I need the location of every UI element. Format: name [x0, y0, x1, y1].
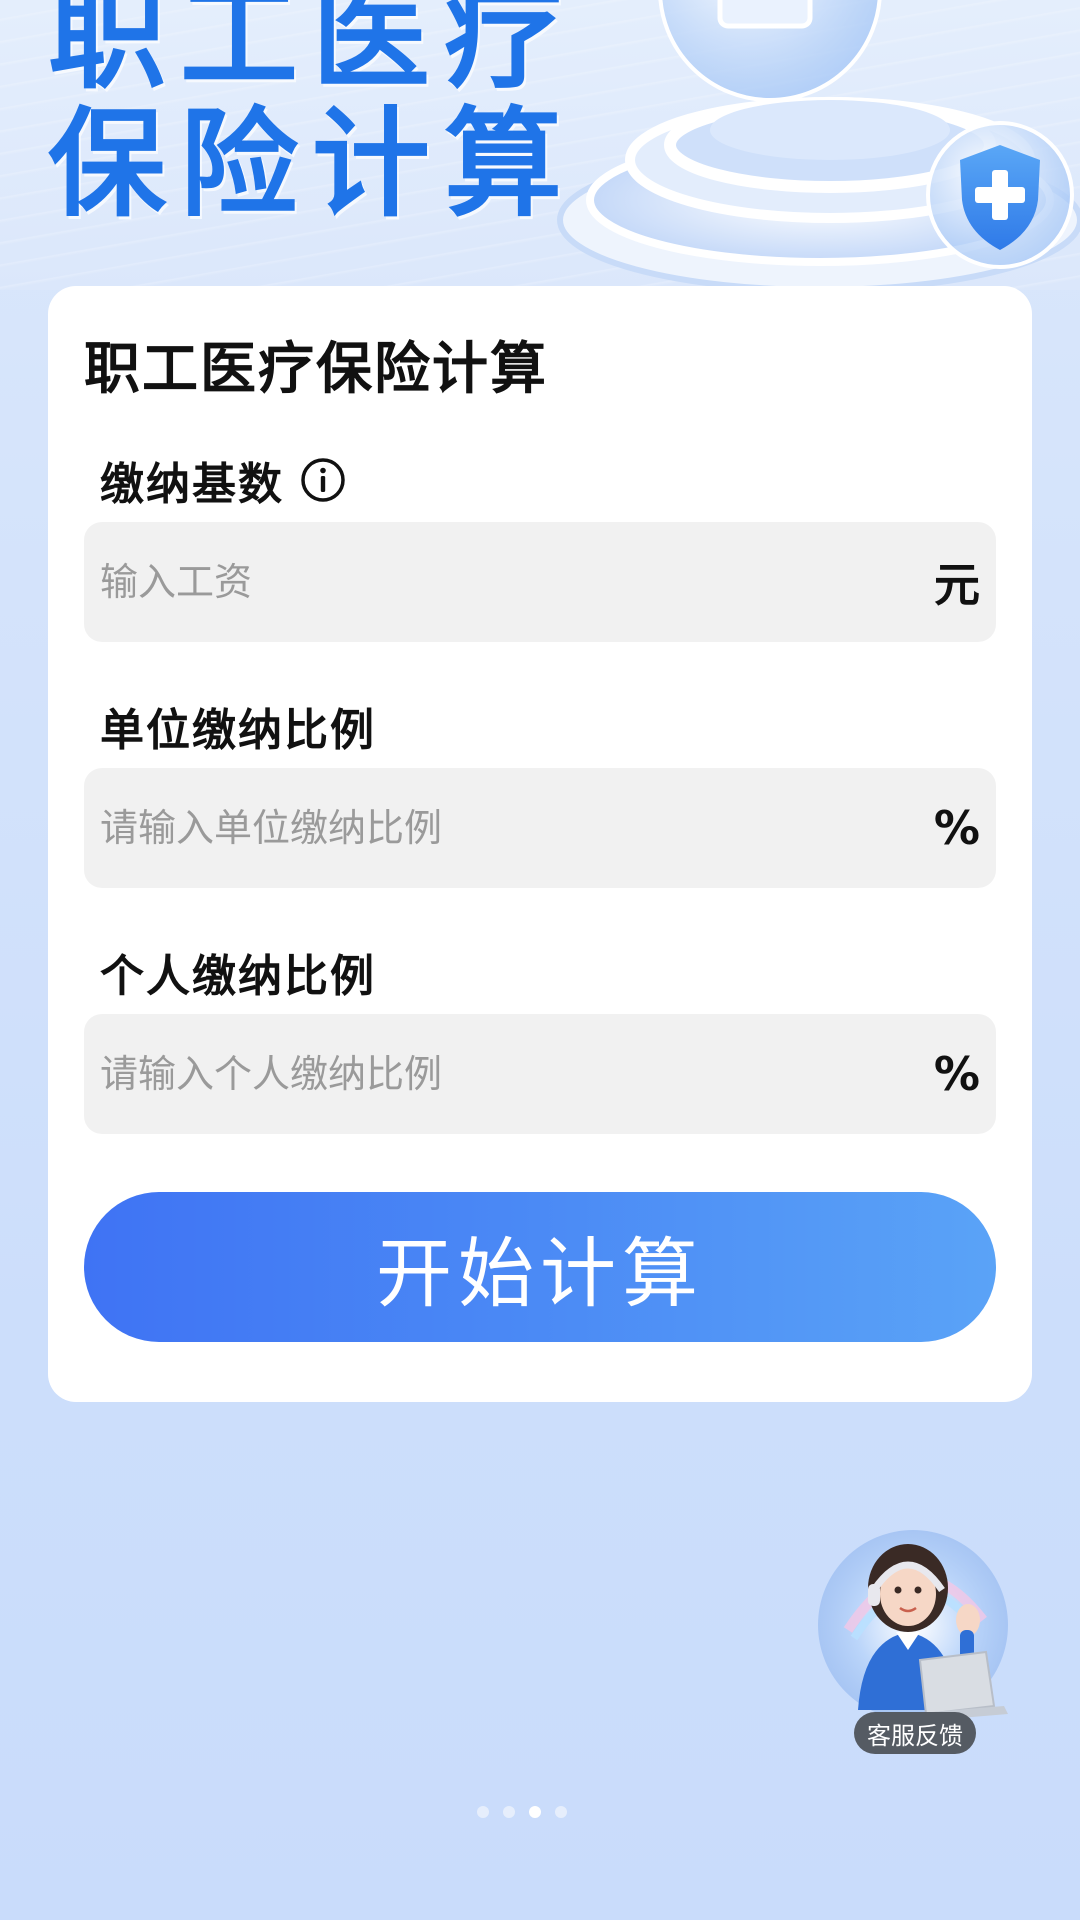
calculator-card: 职工医疗保险计算 缴纳基数 元 单位缴纳比例 % 个人缴纳比例 % 开始计算	[48, 286, 1032, 1402]
page-dot[interactable]	[555, 1806, 567, 1818]
banner-title-line-2: 保险计算	[48, 95, 577, 233]
employer-ratio-label: 单位缴纳比例	[100, 694, 376, 758]
customer-feedback-label[interactable]: 客服反馈	[854, 1712, 976, 1754]
banner-title: 职工医疗 保险计算	[48, 0, 576, 228]
salary-field[interactable]: 元	[84, 522, 996, 642]
page-dot[interactable]	[503, 1806, 515, 1818]
personal-ratio-label-text: 个人缴纳比例	[100, 951, 376, 1002]
personal-ratio-field[interactable]: %	[84, 1014, 996, 1134]
info-icon[interactable]	[300, 457, 346, 503]
percent-unit: %	[933, 1047, 980, 1101]
card-title: 职工医疗保险计算	[84, 337, 548, 402]
personal-ratio-input[interactable]	[100, 1052, 860, 1096]
employer-ratio-field[interactable]: %	[84, 768, 996, 888]
customer-service-avatar	[818, 1530, 1008, 1722]
page-dot-active[interactable]	[529, 1806, 541, 1818]
insurance-shield-illustration	[557, 0, 1080, 290]
banner-title-line-1: 职工医疗	[48, 0, 577, 105]
header-banner: 职工医疗 保险计算	[0, 0, 1080, 290]
employer-ratio-input[interactable]	[100, 806, 860, 850]
page-indicator	[0, 1806, 1080, 1818]
page-dot[interactable]	[477, 1806, 489, 1818]
start-calculation-button[interactable]: 开始计算	[84, 1192, 996, 1342]
contribution-base-label: 缴纳基数	[100, 448, 346, 512]
personal-ratio-label: 个人缴纳比例	[100, 940, 376, 1004]
customer-service-widget[interactable]: 客服反馈	[808, 1510, 1018, 1760]
contribution-base-label-text: 缴纳基数	[100, 459, 284, 510]
salary-input[interactable]	[100, 560, 860, 604]
yuan-unit: 元	[934, 558, 980, 612]
percent-unit: %	[933, 801, 980, 855]
employer-ratio-label-text: 单位缴纳比例	[100, 705, 376, 756]
